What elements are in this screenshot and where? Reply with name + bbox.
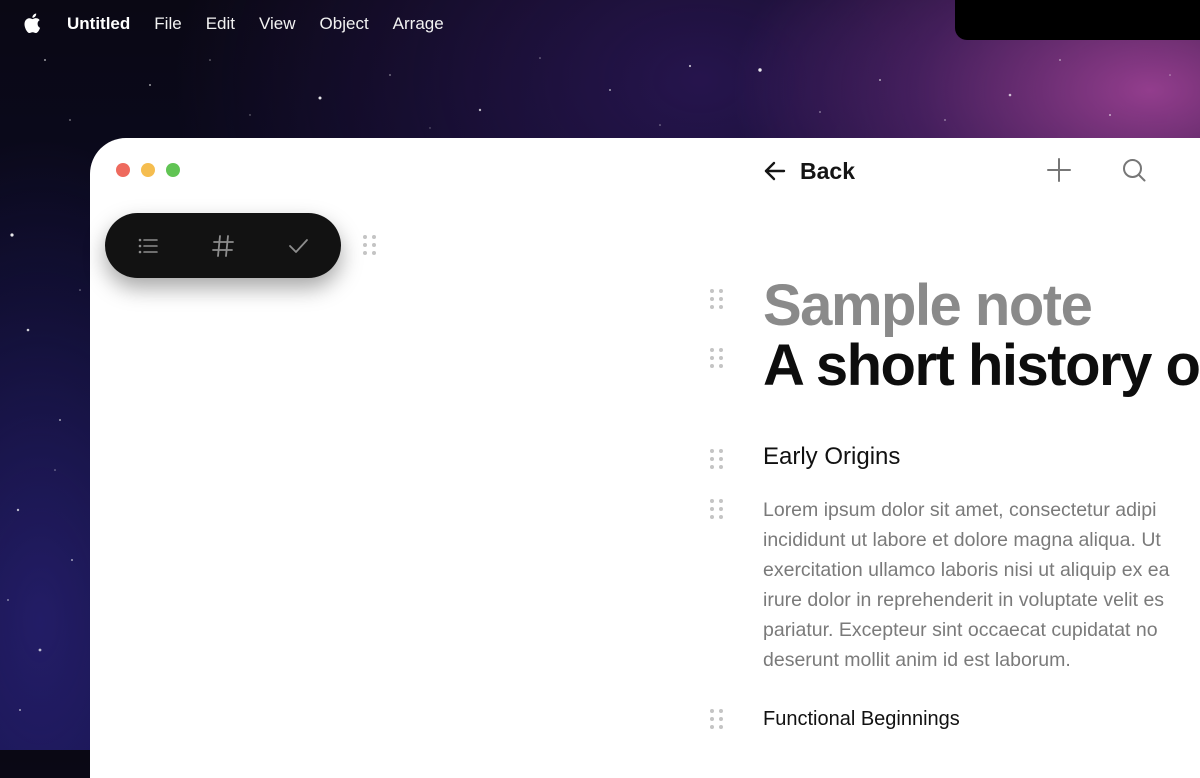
app-window: Back Sample note A short history of Earl…: [90, 138, 1200, 778]
note-title[interactable]: A short history of: [763, 332, 1200, 399]
menu-file[interactable]: File: [154, 14, 181, 34]
close-window-button[interactable]: [116, 163, 130, 177]
back-button[interactable]: Back: [762, 156, 855, 186]
paragraph-line: exercitation ullamco laboris nisi ut ali…: [763, 559, 1170, 581]
checkmark-icon[interactable]: [284, 232, 312, 260]
block-drag-handle[interactable]: [710, 499, 726, 523]
paragraph-line: irure dolor in reprehenderit in voluptat…: [763, 589, 1165, 611]
block-drag-handle[interactable]: [710, 449, 726, 473]
section-paragraph[interactable]: Lorem ipsum dolor sit amet, consectetur …: [763, 495, 1169, 675]
search-icon[interactable]: [1120, 156, 1148, 184]
apple-logo-icon[interactable]: [23, 12, 43, 34]
zoom-window-button[interactable]: [166, 163, 180, 177]
section-heading[interactable]: Functional Beginnings: [763, 708, 960, 731]
camera-notch: [955, 0, 1200, 40]
paragraph-line: Lorem ipsum dolor sit amet, consectetur …: [763, 499, 1157, 521]
block-drag-handle[interactable]: [710, 709, 726, 733]
menu-arrange[interactable]: Arrage: [393, 14, 444, 34]
paragraph-line: pariatur. Excepteur sint occaecat cupida…: [763, 619, 1158, 641]
toolbar-drag-handle[interactable]: [363, 235, 379, 259]
block-drag-handle[interactable]: [710, 289, 726, 313]
menu-view[interactable]: View: [259, 14, 296, 34]
minimize-window-button[interactable]: [141, 163, 155, 177]
arrow-left-icon: [764, 161, 786, 181]
menu-app-name[interactable]: Untitled: [67, 14, 130, 34]
paragraph-line: deserunt mollit anim id est laborum.: [763, 649, 1071, 671]
hashtag-icon[interactable]: [209, 232, 237, 260]
menu-edit[interactable]: Edit: [206, 14, 235, 34]
section-heading[interactable]: Early Origins: [763, 443, 900, 471]
plus-icon[interactable]: [1045, 156, 1073, 184]
back-label: Back: [800, 157, 855, 184]
menu-object[interactable]: Object: [320, 14, 369, 34]
note-supertitle[interactable]: Sample note: [763, 272, 1093, 339]
block-drag-handle[interactable]: [710, 348, 726, 372]
paragraph-line: incididunt ut labore et dolore magna ali…: [763, 529, 1161, 551]
floating-toolbar: [105, 213, 341, 278]
list-icon[interactable]: [134, 232, 162, 260]
